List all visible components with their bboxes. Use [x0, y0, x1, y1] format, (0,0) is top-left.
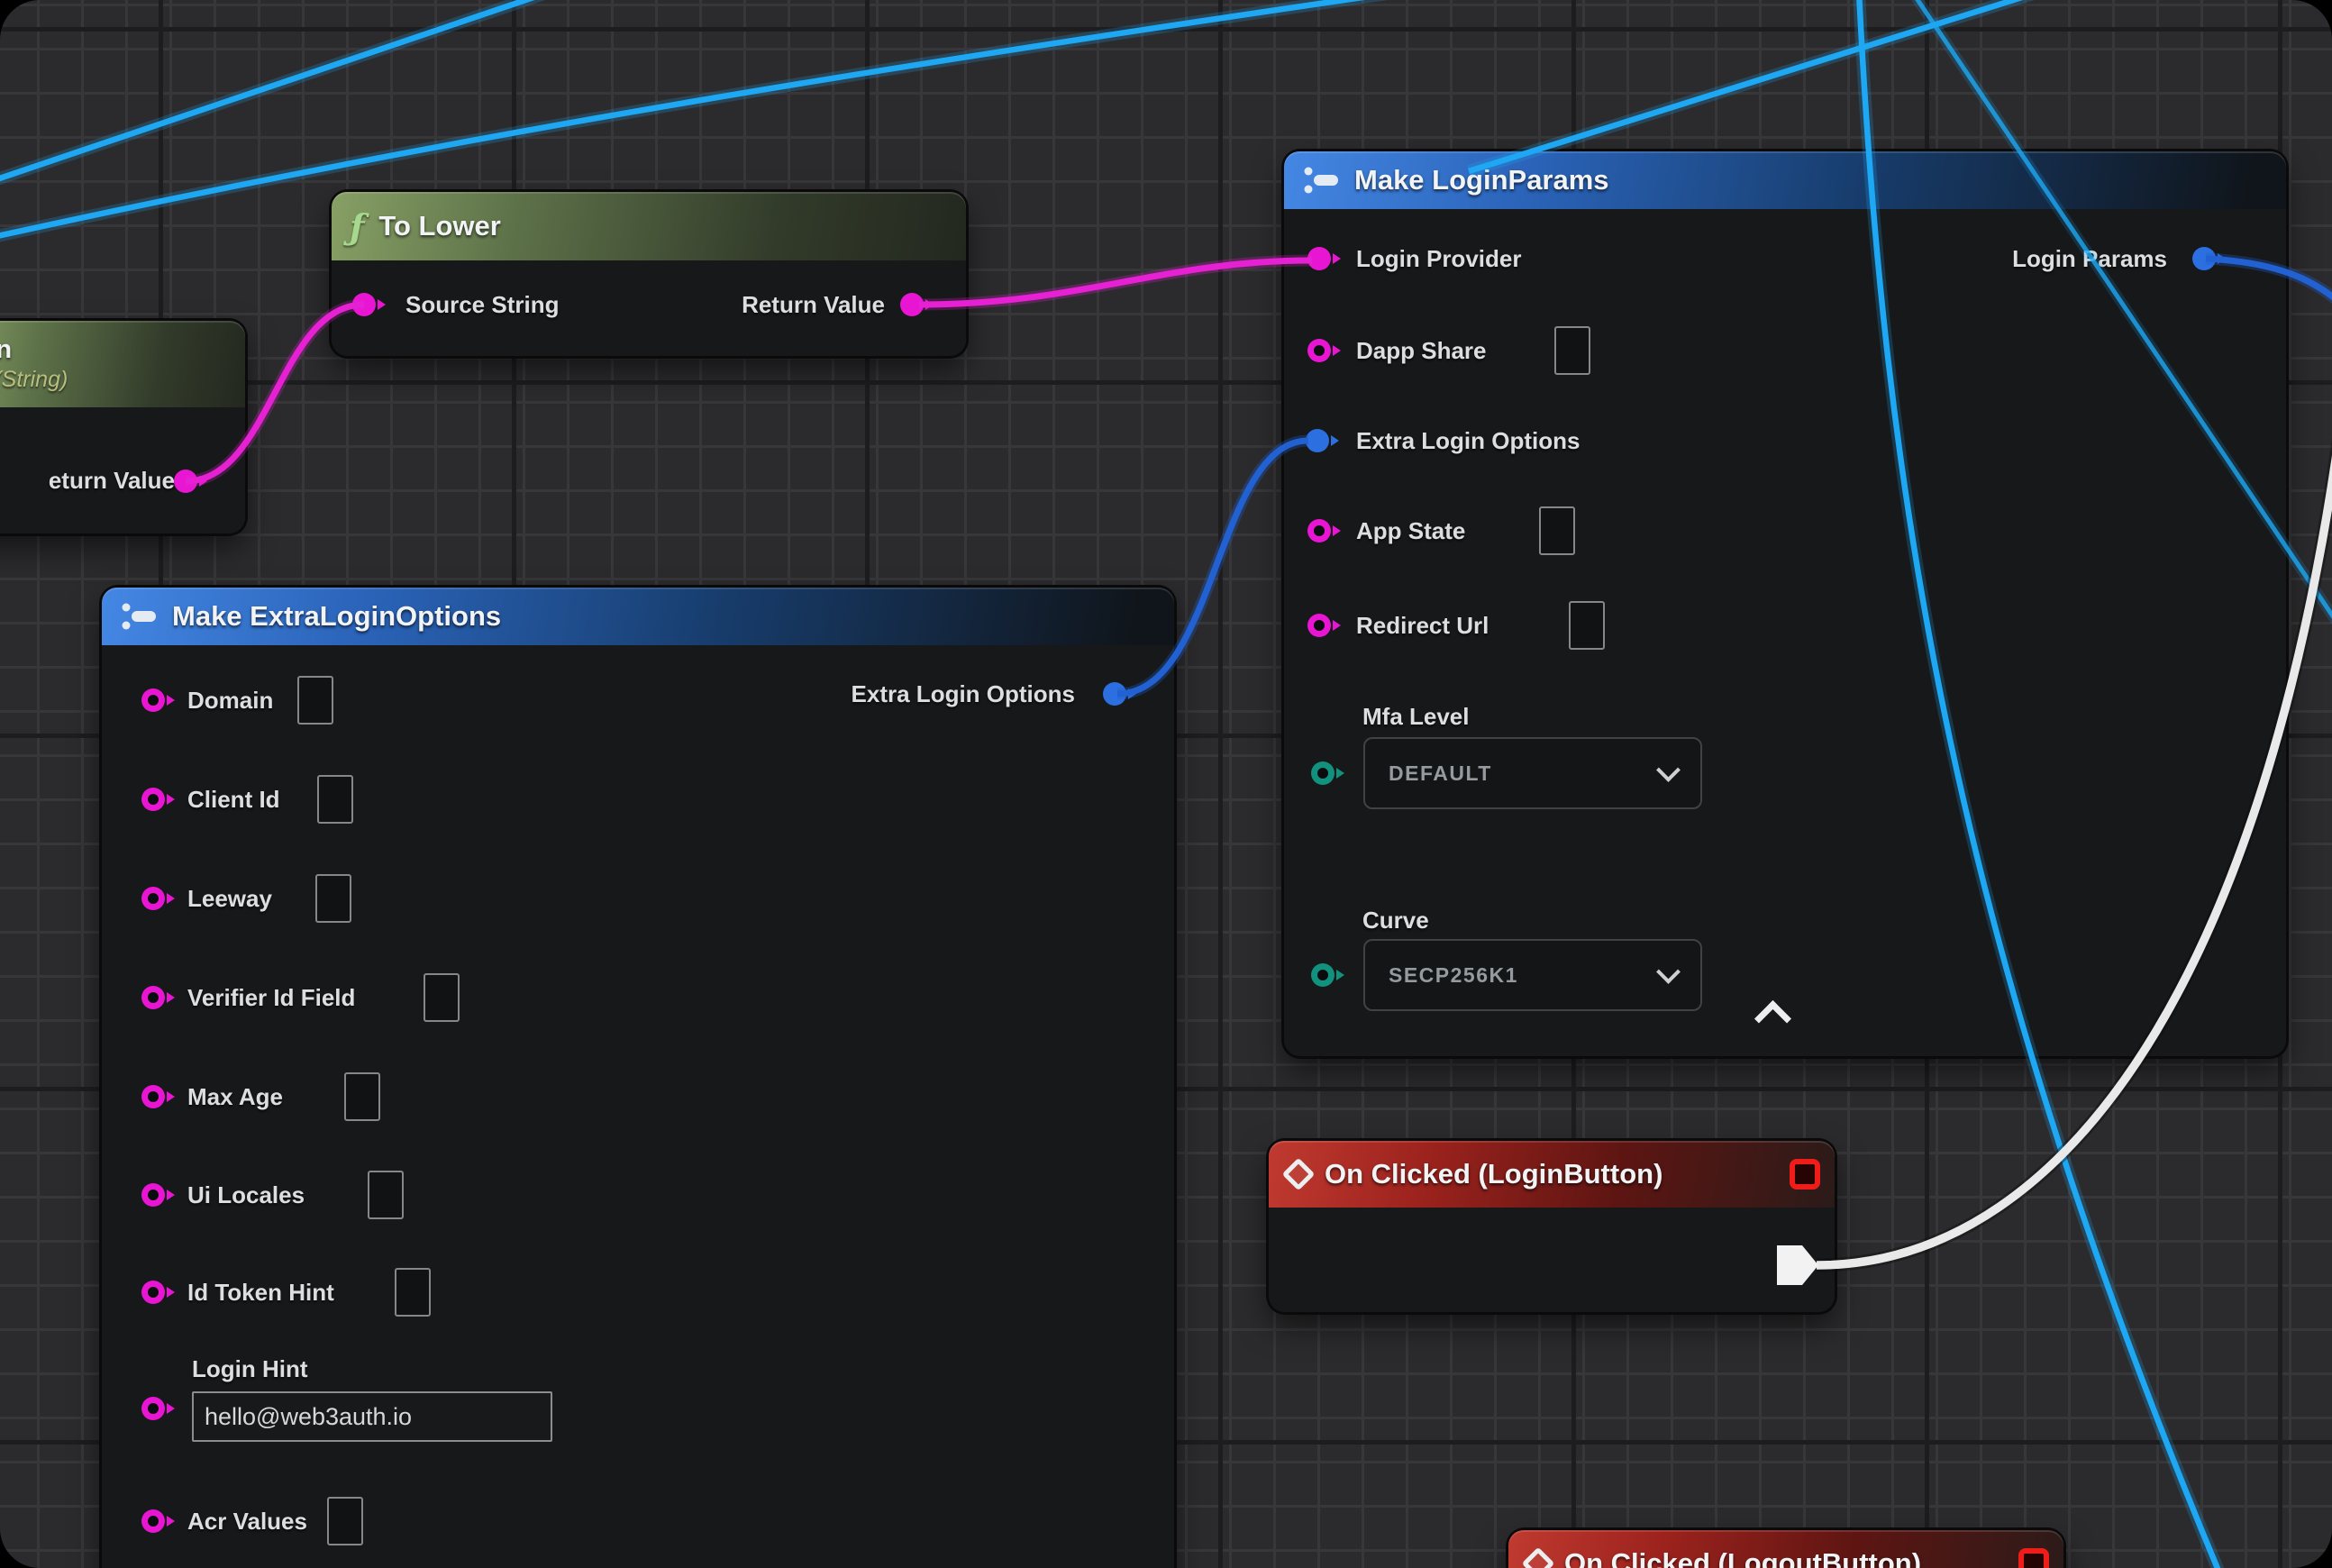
pin-label-redirect-url: Redirect Url: [1356, 612, 1489, 639]
node-make-loginparams[interactable]: Make LoginParams Login Provider Login Pa…: [1284, 151, 2286, 1056]
event-diamond-icon: [1522, 1547, 1555, 1568]
mfa-level-dropdown[interactable]: DEFAULT: [1363, 737, 1702, 809]
domain-pin[interactable]: [141, 688, 165, 712]
function-icon: ƒ: [350, 206, 364, 247]
node-to-lower[interactable]: ƒ To Lower Source String Return Value: [332, 192, 966, 356]
dapp-share-pin[interactable]: [1307, 339, 1331, 362]
chevron-down-icon: [1656, 960, 1681, 984]
pin-label-client-id: Client Id: [187, 786, 280, 813]
curve-pin[interactable]: [1311, 963, 1335, 987]
domain-value-box[interactable]: [297, 676, 333, 725]
node-subtitle: ox (String): [0, 367, 68, 393]
event-diamond-icon: [1282, 1158, 1316, 1191]
bound-widget-icon: [1790, 1159, 1820, 1190]
client-id-value-box[interactable]: [317, 775, 353, 824]
make-struct-icon: [120, 600, 158, 633]
make-struct-icon: [1302, 164, 1340, 196]
redirect-url-pin[interactable]: [1307, 614, 1331, 637]
mfa-level-pin[interactable]: [1311, 761, 1335, 785]
client-id-pin[interactable]: [141, 788, 165, 811]
pin-label-curve: Curve: [1362, 907, 1429, 934]
pin-label-source-string: Source String: [405, 291, 559, 318]
pin-label-mfa-level: Mfa Level: [1362, 703, 1470, 730]
pin-label-app-state: App State: [1356, 517, 1465, 544]
node-title: tion: [0, 335, 12, 365]
app-state-pin[interactable]: [1307, 519, 1331, 542]
id-token-hint-value-box[interactable]: [395, 1268, 431, 1317]
extra-login-options-pin[interactable]: [1306, 429, 1329, 452]
curve-value: SECP256K1: [1389, 963, 1518, 988]
max-age-value-box[interactable]: [344, 1072, 380, 1121]
login-params-out-pin[interactable]: [2192, 247, 2216, 270]
source-string-pin[interactable]: [352, 293, 376, 316]
pin-label-max-age: Max Age: [187, 1083, 283, 1110]
pin-label-login-provider: Login Provider: [1356, 245, 1521, 272]
app-state-value-box[interactable]: [1539, 506, 1575, 555]
return-value-pin[interactable]: [174, 469, 197, 493]
max-age-pin[interactable]: [141, 1085, 165, 1108]
id-token-hint-pin[interactable]: [141, 1281, 165, 1304]
pin-label-dapp-share: Dapp Share: [1356, 337, 1487, 364]
pin-label-ui-locales: Ui Locales: [187, 1181, 305, 1208]
pin-label-extra-login-options: Extra Login Options: [1356, 427, 1580, 454]
leeway-value-box[interactable]: [315, 874, 351, 923]
pin-label-login-params: Login Params: [1906, 245, 2167, 272]
node-make-extraloginoptions[interactable]: Make ExtraLoginOptions Extra Login Optio…: [102, 588, 1174, 1568]
node-title: Make ExtraLoginOptions: [172, 600, 501, 633]
mfa-level-value: DEFAULT: [1389, 761, 1492, 786]
return-value-pin[interactable]: [900, 293, 924, 316]
node-get-text-partial[interactable]: tion ox (String) eturn Value: [0, 321, 245, 533]
verifier-id-field-value-box[interactable]: [424, 973, 460, 1022]
dapp-share-value-box[interactable]: [1554, 326, 1590, 375]
node-title: To Lower: [378, 210, 500, 242]
pin-label-domain: Domain: [187, 687, 273, 714]
login-hint-pin[interactable]: [141, 1397, 165, 1420]
bound-widget-icon: [2018, 1548, 2049, 1568]
redirect-url-value-box[interactable]: [1569, 601, 1605, 650]
node-on-clicked-logoutbutton[interactable]: On Clicked (LogoutButton): [1508, 1530, 2063, 1568]
ui-locales-value-box[interactable]: [368, 1171, 404, 1219]
leeway-pin[interactable]: [141, 887, 165, 910]
pin-label-leeway: Leeway: [187, 885, 272, 912]
verifier-id-field-pin[interactable]: [141, 986, 165, 1009]
node-title: Make LoginParams: [1354, 164, 1609, 196]
node-title: On Clicked (LogoutButton): [1564, 1547, 1921, 1568]
pin-label-return-value: eturn Value: [49, 467, 175, 494]
node-on-clicked-loginbutton[interactable]: On Clicked (LoginButton): [1269, 1141, 1835, 1312]
curve-dropdown[interactable]: SECP256K1: [1363, 939, 1702, 1011]
extra-login-options-out-pin[interactable]: [1103, 682, 1126, 706]
node-title: On Clicked (LoginButton): [1325, 1158, 1662, 1190]
blueprint-graph-canvas[interactable]: tion ox (String) eturn Value ƒ To Lower …: [0, 0, 2332, 1568]
pin-label-id-token-hint: Id Token Hint: [187, 1279, 334, 1306]
acr-values-value-box[interactable]: [327, 1497, 363, 1545]
pin-label-extra-login-options-out: Extra Login Options: [796, 680, 1075, 707]
pin-label-return-value: Return Value: [742, 291, 885, 318]
collapse-pins-chevron-icon[interactable]: [1754, 1000, 1791, 1037]
ui-locales-pin[interactable]: [141, 1183, 165, 1207]
login-provider-pin[interactable]: [1307, 247, 1331, 270]
pin-label-acr-values: Acr Values: [187, 1508, 307, 1535]
login-hint-input[interactable]: [192, 1391, 552, 1442]
pin-label-login-hint: Login Hint: [192, 1355, 308, 1382]
acr-values-pin[interactable]: [141, 1509, 165, 1533]
chevron-down-icon: [1656, 758, 1681, 782]
pin-label-verifier-id-field: Verifier Id Field: [187, 984, 355, 1011]
